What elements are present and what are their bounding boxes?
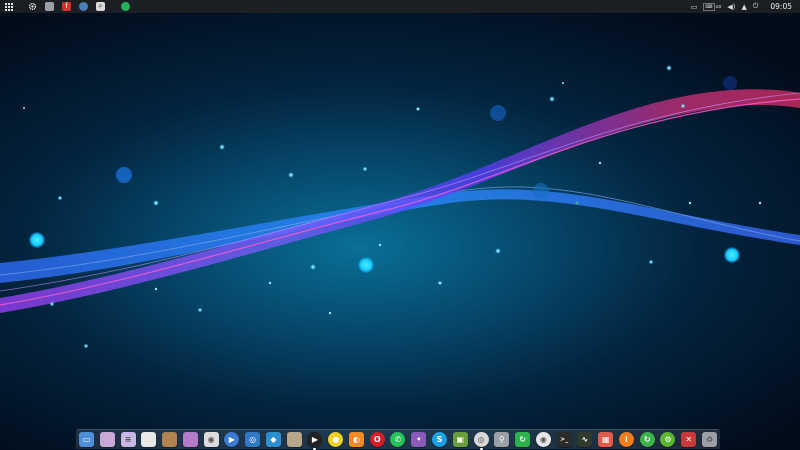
- text-editor-icon[interactable]: [141, 432, 157, 447]
- software-center-icon[interactable]: ▦: [598, 432, 614, 447]
- camera-icon[interactable]: ◉: [203, 432, 219, 447]
- firefox-icon[interactable]: ◐: [348, 432, 364, 447]
- opera-icon[interactable]: O: [369, 432, 385, 447]
- keyboard-layout: us: [715, 3, 722, 10]
- music-player-icon[interactable]: ●: [328, 432, 344, 447]
- trash-icon[interactable]: ♻: [701, 432, 717, 447]
- settings-gear-icon[interactable]: [28, 2, 37, 11]
- panel-launchers: f ⌕: [0, 0, 138, 13]
- display-icon[interactable]: ▭: [691, 3, 698, 11]
- desktop-wallpaper: [0, 65, 800, 349]
- chrome-icon[interactable]: ◉: [535, 432, 551, 447]
- notification-bell-icon[interactable]: ▲: [741, 3, 746, 11]
- desktop-icon[interactable]: ▭: [79, 432, 94, 447]
- keyboard-icon[interactable]: ⌨ us: [703, 2, 722, 11]
- files-icon[interactable]: [45, 2, 54, 11]
- usb-icon[interactable]: ⚲: [494, 432, 510, 447]
- screenshot-icon[interactable]: ◎: [245, 432, 261, 447]
- settings-icon[interactable]: ⚙: [660, 432, 676, 447]
- browser-icon[interactable]: [79, 2, 88, 11]
- video-player-icon[interactable]: ▶: [307, 432, 323, 450]
- package-icon[interactable]: ◆: [265, 432, 281, 447]
- files-icon[interactable]: [99, 432, 115, 447]
- disc-icon[interactable]: ◎: [473, 432, 489, 450]
- wave-upper-band: [0, 89, 800, 314]
- scanner-icon[interactable]: [286, 432, 302, 447]
- clock[interactable]: 09:05: [770, 2, 792, 11]
- system-monitor-icon[interactable]: ∿: [577, 432, 593, 447]
- info-icon[interactable]: i: [618, 432, 634, 447]
- documents-icon[interactable]: ≡: [120, 432, 136, 447]
- media-player-icon[interactable]: ▶: [224, 432, 240, 447]
- archive-icon[interactable]: [162, 432, 178, 447]
- search-tool-icon[interactable]: ⌕: [96, 2, 105, 11]
- tools-icon[interactable]: ✕: [681, 432, 697, 447]
- flash-icon[interactable]: f: [62, 2, 71, 11]
- application-dock: ▭ ≡ ◉ ▶ ◎ ◆ ▶ ● ◐ O ✆ • S ▣ ◎ ⚲ ↻ ◉ >_ ∿ ▦ i ↻ ⚙ ✕ ♻: [76, 429, 720, 450]
- system-tray: ▭ ⌨ us ◀) ▲ ⏻ 09:05: [691, 0, 800, 13]
- cube-icon[interactable]: ▣: [452, 432, 468, 447]
- whatsapp-icon[interactable]: ✆: [390, 432, 406, 447]
- app-grid-icon[interactable]: [4, 2, 13, 11]
- chat-app-icon[interactable]: [121, 2, 130, 11]
- update-icon[interactable]: ↻: [639, 432, 655, 447]
- disk-icon[interactable]: [182, 432, 198, 447]
- top-panel: f ⌕ ▭ ⌨ us ◀) ▲ ⏻ 09:05: [0, 0, 800, 13]
- keyboard-glyph-icon: ⌨: [703, 2, 715, 11]
- power-icon[interactable]: ⏻: [753, 2, 759, 11]
- volume-icon[interactable]: ◀): [727, 3, 735, 11]
- terminal-icon[interactable]: >_: [556, 432, 572, 447]
- sync-icon[interactable]: ↻: [515, 432, 531, 447]
- pidgin-icon[interactable]: •: [411, 432, 427, 447]
- skype-icon[interactable]: S: [432, 432, 448, 447]
